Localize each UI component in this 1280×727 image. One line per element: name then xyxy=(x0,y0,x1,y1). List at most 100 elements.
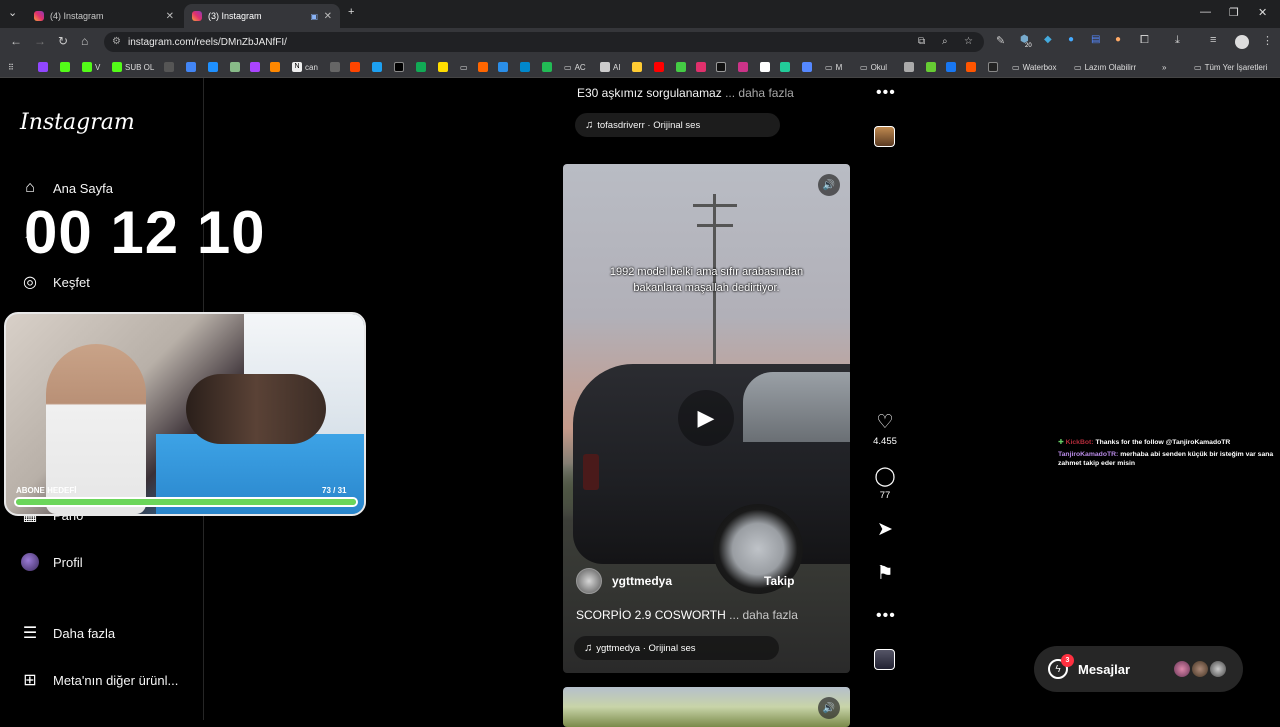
bookmark-sub-ol[interactable]: SUB OL xyxy=(112,60,154,74)
sidebar-item-profile[interactable]: Profil xyxy=(20,552,83,572)
bookmark-item[interactable] xyxy=(438,60,451,74)
tab-search-icon[interactable]: ⌄ xyxy=(8,6,17,19)
pen-extension-icon[interactable]: ✎ xyxy=(996,34,1005,47)
play-icon[interactable]: ▶ xyxy=(678,390,734,446)
bookmark-item[interactable] xyxy=(230,60,243,74)
bookmark-item[interactable]: V xyxy=(82,60,100,74)
bookmark-item[interactable] xyxy=(350,60,363,74)
bookmark-item[interactable] xyxy=(966,60,979,74)
comment-button[interactable]: ◯ 77 xyxy=(866,465,904,501)
reel-more-icon[interactable]: ••• xyxy=(876,607,896,625)
sidebar-item-home[interactable]: ⌂ Ana Sayfa xyxy=(20,178,113,198)
drop-extension-icon[interactable]: ● xyxy=(1115,34,1121,45)
author-username[interactable]: ygttmedya xyxy=(612,574,672,588)
avatar[interactable] xyxy=(576,568,602,594)
bookmark-item[interactable] xyxy=(738,60,751,74)
sidebar-item-meta-products[interactable]: ⊞ Meta'nın diğer ürünl... xyxy=(20,670,178,690)
bookmark-star-icon[interactable]: ☆ xyxy=(964,36,973,47)
url-input[interactable]: ⚙ instagram.com/reels/DMnZbJANfFI/ ⧉ ⌕ ☆ xyxy=(104,32,984,52)
docs-extension-icon[interactable]: ▤ xyxy=(1091,34,1100,45)
zoom-icon[interactable]: ⌕ xyxy=(942,36,948,47)
save-button[interactable]: ⚑ xyxy=(866,562,904,585)
bookmark-item[interactable] xyxy=(946,60,959,74)
bookmark-folder-all[interactable]: ▭ Tüm Yer İşaretleri xyxy=(1194,60,1267,74)
bookmark-item[interactable] xyxy=(926,60,939,74)
bookmark-folder-waterbox[interactable]: ▭ Waterbox xyxy=(1012,60,1057,74)
share-button[interactable]: ➤ xyxy=(866,518,904,541)
new-tab-icon[interactable]: + xyxy=(348,6,354,18)
more-link[interactable]: ... daha fazla xyxy=(729,608,798,622)
bookmark-item[interactable] xyxy=(394,60,407,74)
reel-audio-thumb[interactable] xyxy=(874,649,895,670)
bookmark-item[interactable] xyxy=(38,60,51,74)
bookmark-item[interactable] xyxy=(542,60,555,74)
bookmark-item[interactable] xyxy=(696,60,709,74)
bookmark-can[interactable]: Ncan xyxy=(292,60,318,74)
media-playing-icon[interactable]: ▣ xyxy=(310,12,318,21)
bookmark-ai[interactable]: AI xyxy=(600,60,621,74)
next-reel-video[interactable]: 🔊 xyxy=(563,687,850,727)
reading-list-icon[interactable]: ≡ xyxy=(1210,34,1216,46)
browser-tab-2[interactable]: (3) Instagram ▣ ✕ xyxy=(184,4,340,28)
bookmark-folder-lazim[interactable]: ▭ Lazım Olabilirr xyxy=(1074,60,1136,74)
bookmark-item[interactable] xyxy=(478,60,491,74)
more-link[interactable]: ... daha fazla xyxy=(725,86,794,100)
bookmark-folder-m[interactable]: ▭ M xyxy=(825,60,842,74)
bookmark-item[interactable] xyxy=(60,60,73,74)
bookmark-item[interactable] xyxy=(330,60,343,74)
sound-toggle-icon[interactable]: 🔊 xyxy=(818,174,840,196)
bookmark-item[interactable] xyxy=(654,60,667,74)
bookmark-item[interactable] xyxy=(498,60,511,74)
extensions-puzzle-icon[interactable]: ⧠ xyxy=(1140,34,1149,47)
bookmark-item[interactable] xyxy=(186,60,199,74)
bookmark-item[interactable] xyxy=(988,60,1001,74)
more-bookmarks-icon[interactable]: » xyxy=(1162,60,1166,74)
minimize-icon[interactable]: — xyxy=(1200,6,1211,18)
bookmark-item[interactable] xyxy=(904,60,917,74)
previous-post-audio[interactable]: ♫ tofasdriverr · Orijinal ses xyxy=(575,113,780,137)
sound-toggle-icon[interactable]: 🔊 xyxy=(818,697,840,719)
browser-tab-1[interactable]: (4) Instagram ✕ xyxy=(26,4,182,28)
bookmark-item[interactable] xyxy=(780,60,793,74)
close-tab-icon[interactable]: ✕ xyxy=(324,11,332,22)
previous-post-audio-thumb[interactable] xyxy=(874,126,895,147)
bookmark-folder-okul[interactable]: ▭ Okul xyxy=(860,60,887,74)
forward-icon[interactable]: → xyxy=(34,34,46,48)
messages-bar[interactable]: ϟ 3 Mesajlar xyxy=(1034,646,1243,692)
like-button[interactable]: ♡ 4.455 xyxy=(866,411,904,447)
previous-post-more-icon[interactable]: ••• xyxy=(876,84,896,102)
site-info-icon[interactable]: ⚙ xyxy=(112,36,121,47)
bookmark-item[interactable] xyxy=(632,60,645,74)
bookmark-item[interactable] xyxy=(676,60,689,74)
bookmark-item[interactable] xyxy=(270,60,283,74)
bookmark-item[interactable] xyxy=(716,60,729,74)
bookmark-item[interactable] xyxy=(802,60,815,74)
translate-extension-icon[interactable]: ◆ xyxy=(1044,34,1052,45)
back-icon[interactable]: ← xyxy=(10,34,22,48)
browser-menu-icon[interactable]: ⋮ xyxy=(1262,34,1273,47)
bookmark-folder[interactable]: ▭ xyxy=(460,60,471,74)
bookmark-item[interactable] xyxy=(416,60,429,74)
download-icon[interactable]: ⤓ xyxy=(1175,34,1180,47)
bookmark-folder-ac[interactable]: ▭ AC xyxy=(564,60,586,74)
restore-icon[interactable]: ❐ xyxy=(1229,6,1239,19)
shield-extension-icon[interactable]: ● xyxy=(1068,34,1074,45)
follow-button[interactable]: Takip xyxy=(764,574,794,588)
close-tab-icon[interactable]: ✕ xyxy=(166,11,174,22)
profile-avatar[interactable] xyxy=(1235,35,1249,49)
reel-audio[interactable]: ♫ ygttmedya · Orijinal ses xyxy=(574,636,779,660)
bookmark-item[interactable] xyxy=(164,60,177,74)
bookmark-item[interactable] xyxy=(760,60,773,74)
close-window-icon[interactable]: ✕ xyxy=(1258,6,1267,19)
home-button-icon[interactable]: ⌂ xyxy=(81,34,88,48)
bookmark-item[interactable] xyxy=(372,60,385,74)
sidebar-item-more[interactable]: ☰ Daha fazla xyxy=(20,623,115,643)
instagram-logo[interactable]: Instagram xyxy=(20,110,135,135)
bookmark-item[interactable] xyxy=(520,60,533,74)
cast-icon[interactable]: ⧉ xyxy=(918,36,925,47)
reel-video[interactable]: 1992 model belki ama sıfır arabasından b… xyxy=(563,164,850,673)
reload-icon[interactable]: ↻ xyxy=(58,34,68,48)
bookmark-item[interactable] xyxy=(250,60,263,74)
sidebar-item-explore[interactable]: ◎ Keşfet xyxy=(20,272,90,292)
apps-grid-icon[interactable]: ⠿ xyxy=(8,60,14,74)
